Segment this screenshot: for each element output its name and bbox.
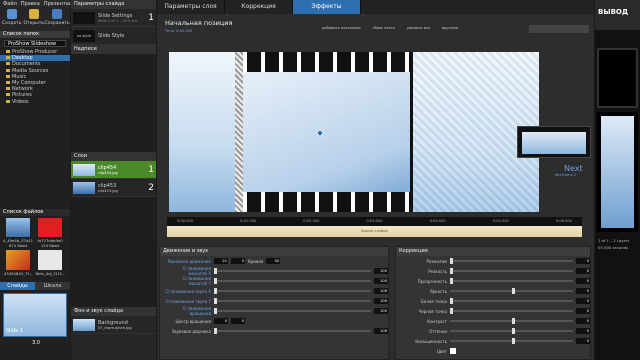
next-keyframe-thumb[interactable]: [517, 126, 591, 158]
reset-all-button[interactable]: сброс всего: [373, 26, 395, 30]
folders-title: Список папок: [0, 31, 70, 38]
new-button[interactable]: Создать: [2, 9, 21, 29]
color-row[interactable]: Цвет: [396, 346, 590, 356]
files-title: Список файлов: [0, 208, 70, 216]
slide-style-item[interactable]: no style Slide Style: [71, 27, 156, 45]
correction-row[interactable]: Размытие 0: [396, 256, 590, 266]
bg-title: Фон и звук слайда: [71, 307, 156, 316]
tab-layer-params[interactable]: Параметры слоя: [157, 0, 225, 14]
motion-row[interactable]: Сглаживания вращения 100: [160, 306, 388, 316]
output-title: ВЫВОД: [595, 0, 640, 30]
position-title: Начальная позиция: [165, 19, 233, 27]
motion-title: Движение и звук: [160, 247, 388, 256]
correction-row[interactable]: Резкость 0: [396, 266, 590, 276]
folder-tree: ProShow Producer Desktop Documents Media…: [0, 49, 70, 105]
save-icon: [52, 9, 63, 19]
slide-preview: [73, 11, 95, 24]
file-thumb[interactable]: 4_49e4b_37a11 874 Kbait: [3, 217, 33, 248]
motion-row[interactable]: Сглаживания масштаб Y 100: [160, 276, 388, 286]
film-perforation-bottom: [235, 192, 413, 212]
slide-options-pane: Параметры слайда Slide Settings Slide 1 o…: [71, 0, 156, 360]
keyframe-timeline[interactable]: 0:00.000 0:01.000 0:02.000 0:03.000 0:04.000…: [167, 217, 582, 237]
slide-label: Slide 1: [6, 327, 23, 334]
menu-file[interactable]: Файл: [3, 1, 17, 7]
layer-row[interactable]: clip453 clip453.jpg 2: [71, 179, 156, 197]
correction-row[interactable]: Прозрачность 0: [396, 276, 590, 286]
delete-all-button[interactable]: удалить все: [407, 26, 430, 30]
menu-edit[interactable]: Правка: [21, 1, 40, 7]
folder-combo[interactable]: ProShow Slideshow: [4, 40, 66, 47]
new-icon: [6, 9, 17, 19]
correction-row[interactable]: Белая точка 0: [396, 296, 590, 306]
correction-row[interactable]: Оттенки 0: [396, 326, 590, 336]
output-info: 1 of 1 – 2 Layers: [598, 238, 630, 243]
film-edge-left: [235, 52, 243, 212]
correction-row[interactable]: Черная точка 0: [396, 306, 590, 316]
next-label[interactable]: Next: [564, 164, 583, 173]
keyframe-actions: добавить несколько сброс всего удалить в…: [322, 26, 458, 30]
open-button[interactable]: Открыть: [23, 9, 44, 29]
time-label: Time: 0:00.000: [165, 29, 193, 33]
file-thumb[interactable]: Nlits_4dj_f11f...: [35, 249, 65, 280]
captions-title: Надписи: [71, 45, 156, 54]
layers-empty: [71, 197, 156, 307]
slide-time: 3.0: [32, 339, 40, 346]
slide-time-bar[interactable]: Время слайда: [167, 226, 582, 237]
motion-row[interactable]: Линейное движение 21 0 Кривая 50: [160, 256, 388, 266]
tab-timeline[interactable]: Шкала: [35, 281, 70, 290]
output-film-preview: [597, 112, 638, 232]
correction-row[interactable]: Контраст 0: [396, 316, 590, 326]
motion-panel: Движение и звук Линейное движение 21 0 Крив…: [159, 246, 389, 360]
editor-tabs: Параметры слоя Коррекция Эффекты: [157, 0, 594, 14]
folder-icon: [28, 9, 39, 19]
layers-title: Слои: [71, 152, 156, 161]
correction-row[interactable]: Яркость 0: [396, 286, 590, 296]
main-toolbar: Создать Открыть Сохранить: [0, 7, 70, 31]
correction-title: Коррекция: [396, 247, 590, 256]
time-ruler: 0:00.000 0:01.000 0:02.000 0:03.000 0:04.000…: [167, 217, 582, 226]
output-info-2: 03.000 seconds: [598, 245, 629, 250]
motion-row[interactable]: Сглаживания звука Y 100: [160, 296, 388, 306]
file-thumb[interactable]: 43454845_7f...: [3, 249, 33, 280]
next-sub: KeyFrame 2: [555, 173, 577, 177]
tab-effects[interactable]: Эффекты: [293, 0, 361, 14]
layer-row[interactable]: clip454 clip454.jpg 1: [71, 161, 156, 179]
params-title: Параметры слайда: [71, 0, 156, 9]
slide-tabs: Слайды Шкала: [0, 281, 70, 290]
menu-bar: Файл Правка Презентация: [0, 0, 79, 7]
background-item[interactable]: Background 07_more-azure.jpg: [71, 316, 156, 334]
correction-panel: Коррекция Размытие 0 Резкость 0 Прозрачнос…: [395, 246, 591, 360]
output-preview: [597, 48, 638, 108]
add-multiple-button[interactable]: добавить несколько: [322, 26, 361, 30]
left-pane: Список папок ProShow Slideshow ProShow P…: [0, 31, 70, 360]
file-thumbnails: 4_49e4b_37a11 874 Kbait fa727dde4e0 124 Kb…: [0, 216, 70, 282]
motion-row[interactable]: Сглаживания масштаб X 100: [160, 266, 388, 276]
file-thumb[interactable]: fa727dde4e0 124 Kbait: [35, 217, 65, 248]
motion-row[interactable]: Сглаживания звука X 100: [160, 286, 388, 296]
tab-correction[interactable]: Коррекция: [225, 0, 293, 14]
color-swatch[interactable]: [450, 348, 456, 354]
motion-row[interactable]: Звуковая дорожка 100: [160, 326, 388, 336]
correction-row[interactable]: Насыщенность 0: [396, 336, 590, 346]
tab-slides[interactable]: Слайды: [0, 281, 35, 290]
slide-settings-item[interactable]: Slide Settings Slide 1 of 1 – 00.0 sec 1: [71, 9, 156, 27]
slide-thumb[interactable]: Slide 1: [3, 292, 67, 337]
preview-stage[interactable]: [169, 52, 539, 212]
motion-row[interactable]: Центр вращения 0 0: [160, 316, 388, 326]
view-controls[interactable]: [529, 25, 589, 33]
manual-button[interactable]: вручную: [442, 26, 458, 30]
editor-pane: Параметры слоя Коррекция Эффекты Начальн…: [157, 0, 594, 360]
save-button[interactable]: Сохранить: [44, 9, 70, 29]
film-perforation-top: [235, 52, 413, 72]
captions-list[interactable]: [71, 54, 156, 152]
output-pane: ВЫВОД 1 of 1 – 2 Layers 03.000 seconds: [595, 0, 640, 360]
